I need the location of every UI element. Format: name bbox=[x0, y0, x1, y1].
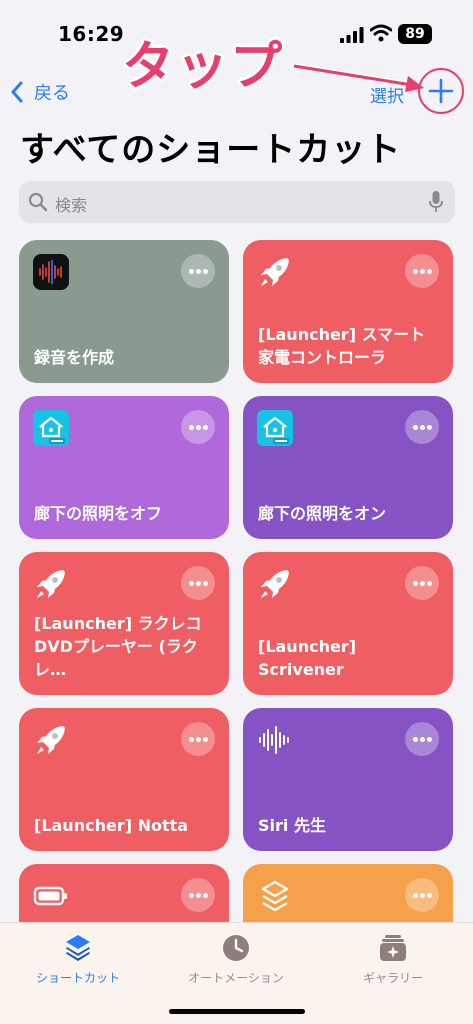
shortcut-grid: 録音を作成 [Launcher] スマート家電コントローラ廊下の照明をオフ 廊下の照… bbox=[19, 240, 455, 930]
chevron-left-icon bbox=[11, 81, 23, 103]
shortcut-tile[interactable]: 廊下の照明をオフ bbox=[19, 396, 229, 539]
shortcut-label: Siri 先生 bbox=[258, 816, 326, 835]
home-style-icon bbox=[33, 410, 69, 446]
tap-annotation: タップ bbox=[122, 37, 285, 97]
shortcut-label: 録音を作成 bbox=[34, 348, 115, 367]
shortcut-tile[interactable]: [Launcher] Notta bbox=[19, 708, 229, 851]
plus-icon[interactable] bbox=[425, 75, 457, 107]
layers-icon bbox=[257, 878, 293, 914]
shortcut-tile[interactable] bbox=[243, 864, 453, 930]
more-options-button[interactable] bbox=[181, 254, 215, 288]
back-button[interactable]: 戻る bbox=[10, 78, 70, 106]
cellular-signal-icon bbox=[340, 27, 364, 43]
select-button[interactable]: 選択 bbox=[370, 82, 404, 107]
shortcut-tile[interactable]: [Launcher] ラクレコDVDプレーヤー (ラクレ… bbox=[19, 552, 229, 695]
more-options-button[interactable] bbox=[181, 410, 215, 444]
waveform-icon bbox=[257, 722, 293, 758]
more-options-button[interactable] bbox=[405, 410, 439, 444]
shortcut-tile[interactable]: [Launcher] スマート家電コントローラ bbox=[243, 240, 453, 383]
search-icon bbox=[28, 192, 48, 212]
shortcut-tile[interactable]: 録音を作成 bbox=[19, 240, 229, 383]
more-options-button[interactable] bbox=[405, 566, 439, 600]
wifi-icon bbox=[370, 24, 392, 42]
rocket-icon bbox=[33, 722, 69, 758]
shortcuts-stack-icon bbox=[66, 935, 90, 961]
home-style-icon bbox=[257, 410, 293, 446]
more-options-button[interactable] bbox=[405, 722, 439, 756]
search-placeholder: 検索 bbox=[55, 196, 88, 215]
gallery-icon bbox=[380, 935, 406, 961]
more-options-button[interactable] bbox=[405, 254, 439, 288]
clock-icon bbox=[223, 935, 249, 961]
rocket-icon bbox=[257, 254, 293, 290]
shortcut-label: [Launcher] Scrivener bbox=[258, 637, 357, 679]
rocket-icon bbox=[33, 566, 69, 602]
search-field[interactable]: 検索 bbox=[19, 181, 455, 223]
more-options-button[interactable] bbox=[181, 566, 215, 600]
shortcut-label: 廊下の照明をオン bbox=[258, 504, 387, 523]
shortcut-label: 廊下の照明をオフ bbox=[34, 504, 163, 523]
tab-automation-label: オートメーション bbox=[188, 971, 284, 985]
tab-automation[interactable]: オートメーション bbox=[161, 933, 311, 986]
shortcut-tile[interactable]: Siri 先生 bbox=[243, 708, 453, 851]
tab-gallery-label: ギャラリー bbox=[362, 971, 423, 985]
shortcut-label: [Launcher] Notta bbox=[34, 816, 189, 835]
status-time: 16:29 bbox=[58, 22, 125, 46]
shortcut-label: [Launcher] スマート家電コントローラ bbox=[258, 325, 426, 367]
shortcut-tile[interactable]: 廊下の照明をオン bbox=[243, 396, 453, 539]
page-title: すべてのショートカット bbox=[20, 130, 402, 170]
battery-icon bbox=[33, 878, 69, 914]
voice-memo-icon bbox=[33, 254, 69, 290]
annotation-arrow-icon bbox=[293, 63, 424, 92]
more-options-button[interactable] bbox=[181, 722, 215, 756]
rocket-icon bbox=[257, 566, 293, 602]
home-indicator bbox=[169, 1009, 305, 1014]
battery-indicator: 89 bbox=[398, 24, 432, 44]
microphone-icon[interactable] bbox=[429, 191, 443, 213]
tab-shortcuts-label: ショートカット bbox=[35, 971, 120, 985]
more-options-button[interactable] bbox=[405, 878, 439, 912]
tab-shortcuts[interactable]: ショートカット bbox=[3, 933, 153, 986]
shortcut-tile[interactable] bbox=[19, 864, 229, 930]
more-options-button[interactable] bbox=[181, 878, 215, 912]
shortcut-label: [Launcher] ラクレコDVDプレーヤー (ラクレ… bbox=[34, 614, 202, 679]
tab-gallery[interactable]: ギャラリー bbox=[318, 933, 468, 986]
shortcut-tile[interactable]: [Launcher] Scrivener bbox=[243, 552, 453, 695]
back-label: 戻る bbox=[34, 83, 70, 104]
